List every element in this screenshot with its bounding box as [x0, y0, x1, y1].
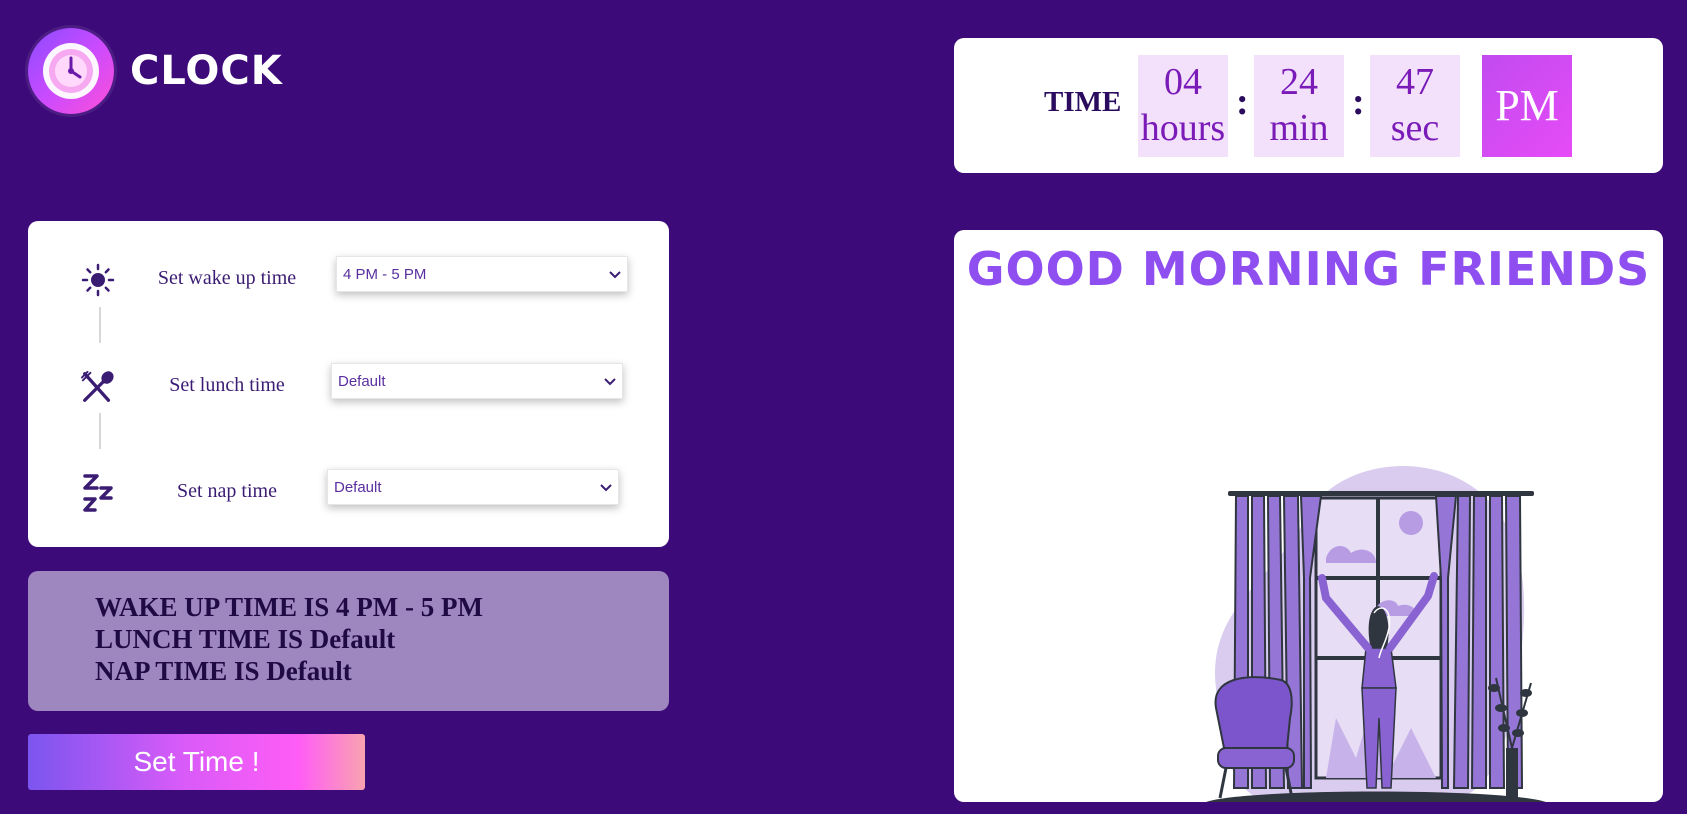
greeting-card: GOOD MORNING FRIENDS [954, 230, 1663, 802]
seconds-box: 47 sec [1370, 55, 1460, 157]
connector-line [99, 413, 101, 449]
minutes-box: 24 min [1254, 55, 1344, 157]
chevron-down-icon [609, 266, 621, 283]
wake-summary: WAKE UP TIME IS 4 PM - 5 PM [95, 592, 484, 622]
morning-window-illustration [1206, 465, 1546, 802]
nap-select-value: Default [334, 478, 382, 496]
wake-label: Set wake up time [157, 267, 297, 289]
time-display-card: TIME 04 hours : 24 min : 47 sec PM [954, 38, 1663, 173]
lunch-label: Set lunch time [169, 374, 285, 396]
seconds-value: 47 [1396, 61, 1434, 103]
hours-box: 04 hours [1138, 55, 1228, 157]
lunch-summary: LUNCH TIME IS Default [95, 624, 396, 654]
time-label: TIME [1044, 86, 1122, 118]
time-separator: : [1236, 81, 1249, 123]
nap-label: Set nap time [177, 480, 277, 502]
minutes-unit: min [1269, 107, 1329, 149]
hours-unit: hours [1140, 107, 1226, 149]
sun-icon [80, 262, 116, 298]
app-logo: CLOCK [28, 28, 283, 114]
app-title: CLOCK [130, 48, 283, 94]
time-separator: : [1352, 81, 1365, 123]
am-pm-indicator: PM [1482, 55, 1572, 157]
wake-setting-row: Set wake up time 4 PM - 5 PM [28, 254, 669, 304]
chevron-down-icon [604, 373, 616, 390]
minutes-value: 24 [1280, 61, 1318, 103]
wake-select-value: 4 PM - 5 PM [343, 265, 427, 283]
schedule-summary: WAKE UP TIME IS 4 PM - 5 PM LUNCH TIME I… [28, 571, 669, 711]
nap-setting-row: Set nap time Default [28, 467, 669, 517]
chevron-down-icon [600, 479, 612, 496]
wake-time-select[interactable]: 4 PM - 5 PM [336, 256, 628, 292]
clock-icon [28, 28, 114, 114]
lunch-setting-row: Set lunch time Default [28, 361, 669, 411]
nap-time-select[interactable]: Default [327, 469, 619, 505]
lunch-select-value: Default [338, 372, 386, 390]
settings-card: Set wake up time 4 PM - 5 PM Set lunch t… [28, 221, 669, 547]
lunch-time-select[interactable]: Default [331, 363, 623, 399]
set-time-button[interactable]: Set Time ! [28, 734, 365, 790]
greeting-title: GOOD MORNING FRIENDS [966, 242, 1651, 296]
hours-value: 04 [1164, 61, 1202, 103]
zzz-icon [80, 474, 116, 512]
seconds-unit: sec [1390, 107, 1440, 149]
fork-spoon-icon [80, 369, 116, 405]
connector-line [99, 307, 101, 343]
nap-summary: NAP TIME IS Default [95, 656, 352, 686]
